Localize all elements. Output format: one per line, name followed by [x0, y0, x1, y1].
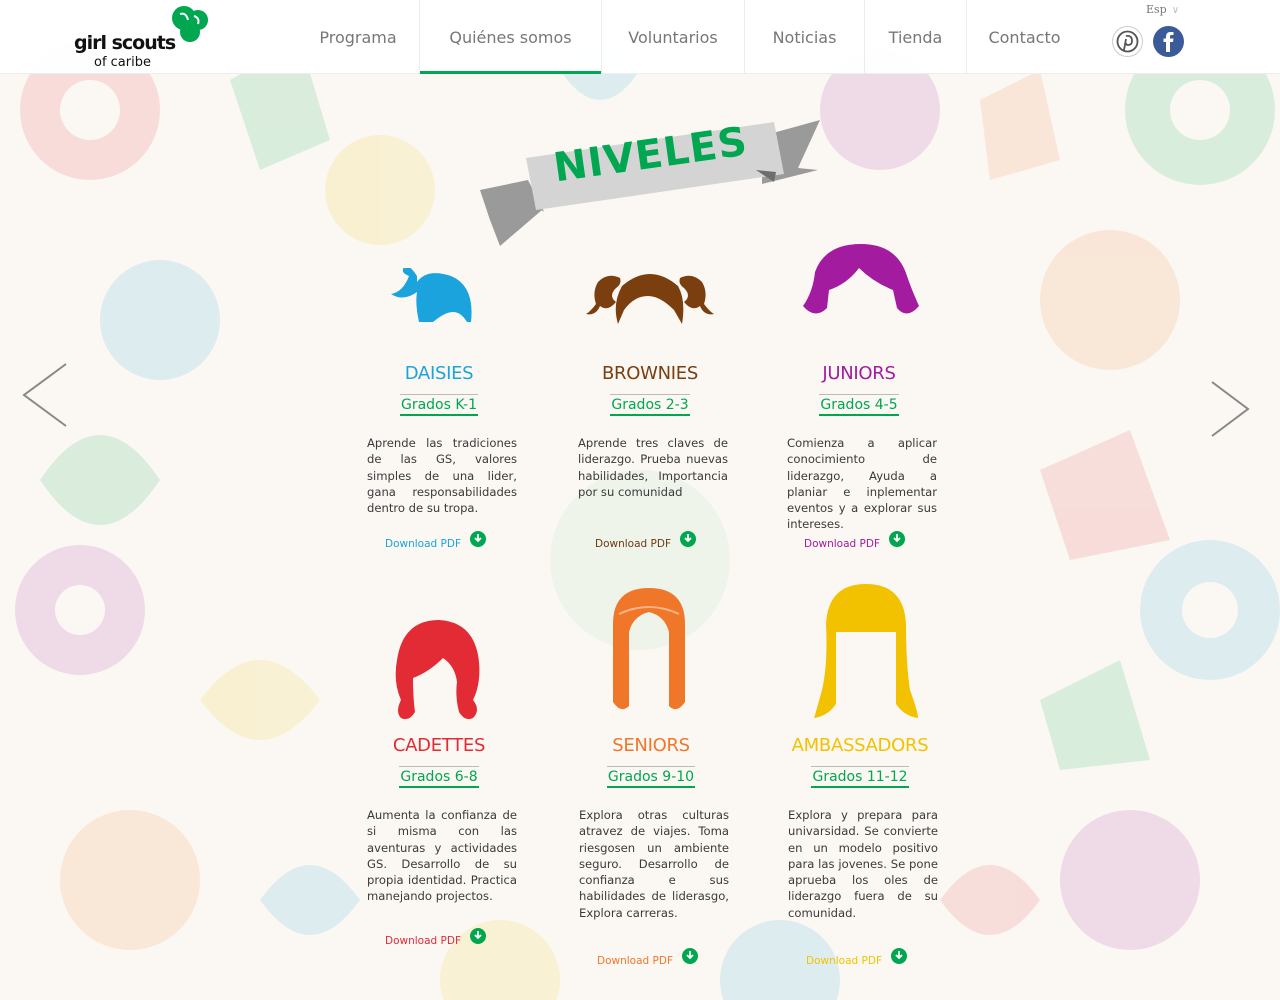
level-name: DAISIES — [404, 363, 474, 384]
grades-label: Grados 9-10 — [606, 766, 696, 788]
nav-label: Noticias — [772, 27, 837, 47]
level-grades-link[interactable]: Grados 9-10 — [571, 766, 731, 788]
facebook-icon[interactable] — [1153, 26, 1184, 57]
download-pdf-link[interactable]: Download PDF — [595, 538, 671, 550]
level-name: JUNIORS — [822, 363, 896, 384]
logo-subtext: of caribe — [94, 55, 151, 70]
nav-noticias[interactable]: Noticias — [744, 0, 864, 74]
juniors-hair-icon — [803, 244, 919, 314]
chevron-right-icon[interactable] — [1208, 380, 1252, 438]
level-description: Explora y prepara para univarsidad. Se c… — [788, 808, 938, 920]
chevron-left-icon[interactable] — [20, 362, 70, 428]
level-grades-link[interactable]: Grados 6-8 — [359, 766, 519, 788]
download-pdf-link[interactable]: Download PDF — [385, 935, 461, 947]
grades-label: Grados 2-3 — [610, 394, 690, 416]
level-description: Aumenta la confianza de si misma con las… — [367, 808, 517, 904]
level-card-brownies: BROWNIES Grados 2-3 Aprende tres claves … — [570, 240, 730, 570]
cadettes-hair-icon — [395, 620, 480, 720]
level-card-daisies: DAISIES Grados K-1 Aprende las tradicion… — [359, 240, 519, 570]
main-nav: Programa Quiénes somos Voluntarios Notic… — [297, 0, 1082, 74]
logo-text: girl scouts — [74, 32, 176, 54]
nav-label: Contacto — [988, 27, 1061, 47]
download-arrow-icon[interactable] — [470, 531, 486, 547]
nav-label: Tienda — [888, 27, 943, 47]
grades-label: Grados K-1 — [399, 394, 479, 416]
brownies-hair-icon — [586, 274, 714, 324]
level-description: Comienza a aplicar conocimiento de lider… — [787, 436, 937, 532]
download-arrow-icon[interactable] — [470, 928, 486, 944]
download-arrow-icon[interactable] — [682, 948, 698, 964]
download-pdf-link[interactable]: Download PDF — [385, 538, 461, 550]
nav-programa[interactable]: Programa — [297, 0, 419, 74]
download-pdf-link[interactable]: Download PDF — [806, 955, 882, 967]
language-label: Esp — [1146, 3, 1167, 16]
level-description: Aprende tres claves de liderazgo. Prueba… — [578, 436, 728, 499]
level-grades-link[interactable]: Grados 4-5 — [779, 394, 939, 416]
nav-quienes-somos[interactable]: Quiénes somos — [419, 0, 601, 74]
level-card-cadettes: CADETTES Grados 6-8 Aumenta la confianza… — [359, 612, 519, 947]
level-card-juniors: JUNIORS Grados 4-5 Comienza a aplicar co… — [779, 240, 939, 570]
level-card-seniors: SENIORS Grados 9-10 Explora otras cultur… — [571, 586, 731, 976]
grades-label: Grados 11-12 — [811, 766, 909, 788]
grades-label: Grados 6-8 — [399, 766, 479, 788]
level-name: CADETTES — [392, 735, 486, 756]
download-arrow-icon[interactable] — [891, 948, 907, 964]
nav-voluntarios[interactable]: Voluntarios — [601, 0, 744, 74]
girl-scouts-logo[interactable]: girl scouts of caribe — [74, 4, 214, 70]
level-grades-link[interactable]: Grados K-1 — [359, 394, 519, 416]
nav-label: Voluntarios — [628, 27, 718, 47]
level-card-ambassadors: AMBASSADORS Grados 11-12 Explora y prepa… — [780, 584, 940, 976]
nav-contacto[interactable]: Contacto — [966, 0, 1082, 74]
ambassadors-hair-icon — [814, 584, 918, 718]
download-arrow-icon[interactable] — [680, 531, 696, 547]
seniors-hair-icon — [613, 588, 685, 710]
level-grades-link[interactable]: Grados 11-12 — [780, 766, 940, 788]
pinterest-icon[interactable] — [1112, 26, 1143, 57]
trefoil-icon — [172, 6, 208, 42]
level-description: Aprende las tradiciones de las GS, valor… — [367, 436, 517, 516]
level-name: SENIORS — [612, 735, 690, 756]
level-name: BROWNIES — [602, 363, 698, 384]
download-arrow-icon[interactable] — [889, 531, 905, 547]
chevron-down-icon: ∨ — [1171, 5, 1180, 16]
daisies-hair-icon — [391, 268, 472, 322]
download-pdf-link[interactable]: Download PDF — [804, 538, 880, 550]
nav-label: Quiénes somos — [449, 27, 572, 47]
nav-tienda[interactable]: Tienda — [864, 0, 966, 74]
grades-label: Grados 4-5 — [819, 394, 899, 416]
level-description: Explora otras culturas atravez de viajes… — [579, 808, 729, 920]
site-header: girl scouts of caribe Programa Quiénes s… — [0, 0, 1280, 74]
nav-label: Programa — [319, 27, 397, 47]
level-name: AMBASSADORS — [791, 735, 929, 756]
language-selector[interactable]: Esp ∨ — [1146, 3, 1179, 16]
download-pdf-link[interactable]: Download PDF — [597, 955, 673, 967]
level-grades-link[interactable]: Grados 2-3 — [570, 394, 730, 416]
